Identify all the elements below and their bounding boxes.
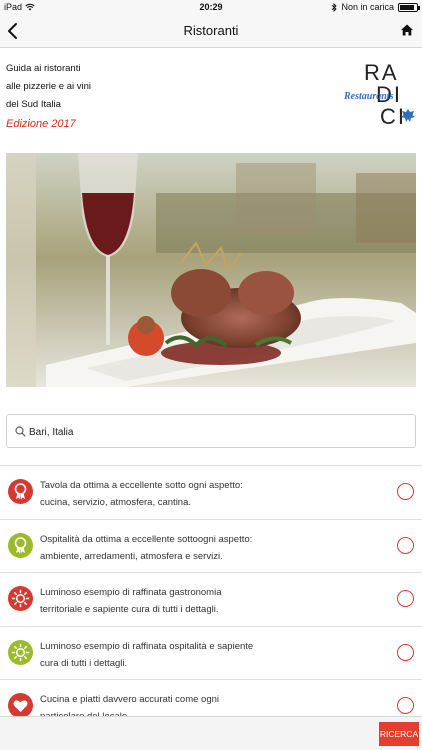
category-line-2: cucina, servizio, atmosfera, cantina. [40,497,192,508]
category-row-3[interactable]: Luminoso esempio di raffinata gastronomi… [0,573,422,627]
search-button[interactable]: RICERCA [379,722,419,746]
bluetooth-icon [332,2,338,12]
intro-line-1: Guida ai ristoranti [6,63,81,74]
category-radio[interactable] [397,590,414,607]
category-list: Tavola da ottima a eccellente sotto ogni… [0,465,422,734]
home-icon[interactable] [400,23,414,37]
category-radio[interactable] [397,643,414,661]
category-line-1: Ospitalità da ottima a eccellente sottoo… [40,533,253,545]
logo-row-1: RA [364,60,399,85]
category-line-2: ambiente, arredamenti, atmosfera e servi… [40,550,223,562]
search-icon [15,426,26,437]
category-line-1: Tavola da ottima a eccellente sotto ogni… [40,480,243,491]
intro-line-2: alle pizzerie e ai vini [6,81,92,92]
sun-icon [8,586,33,611]
nav-bar: Ristoranti [0,14,422,48]
hero-food-photo [6,153,416,387]
charging-status: Non in carica [341,2,394,12]
bottom-toolbar: RICERCA [0,716,422,750]
battery-icon [398,2,420,12]
category-line-1: Cucina e piatti davvero accurati come og… [40,694,220,705]
status-bar: iPad 20:29 Non in carica [0,0,422,14]
search-input[interactable] [29,422,409,442]
vine-leaf-icon [401,109,415,122]
category-radio[interactable] [397,483,414,500]
heart-icon [8,693,33,718]
category-radio[interactable] [397,697,414,714]
category-radio[interactable] [397,536,414,554]
intro-line-3: del Sud Italia [6,99,61,110]
award-ribbon-icon [8,479,33,504]
location-search[interactable] [6,414,416,448]
radici-logo: RA DI Restaurants CI [344,62,418,132]
guide-intro: Guida ai ristoranti alle pizzerie e ai v… [6,60,91,133]
logo-script: Restaurants [344,91,394,102]
category-description: Tavola da ottima a eccellente sotto ogni… [40,477,370,511]
award-ribbon-icon [8,532,33,558]
category-line-2: territoriale e sapiente cura di tutti i … [40,604,219,615]
food-illustration [6,153,416,387]
sun-icon [8,639,33,665]
category-line-1: Luminoso esempio di raffinata ospitalità… [40,640,254,652]
category-description: Luminoso esempio di raffinata ospitalità… [40,638,370,672]
page-title: Ristoranti [183,23,239,38]
category-line-1: Luminoso esempio di raffinata gastronomi… [40,587,222,598]
battery-fill [400,4,414,10]
category-line-2: cura di tutti i dettagli. [40,657,128,669]
category-description: Luminoso esempio di raffinata gastronomi… [40,584,370,618]
category-description: Ospitalità da ottima a eccellente sottoo… [40,531,370,565]
category-row-1[interactable]: Tavola da ottima a eccellente sotto ogni… [0,466,422,520]
status-right: Non in carica [331,2,420,12]
edition-label: Edizione 2017 [6,118,76,130]
category-row-4[interactable]: Luminoso esempio di raffinata ospitalità… [0,627,422,680]
category-row-2[interactable]: Ospitalità da ottima a eccellente sottoo… [0,520,422,573]
